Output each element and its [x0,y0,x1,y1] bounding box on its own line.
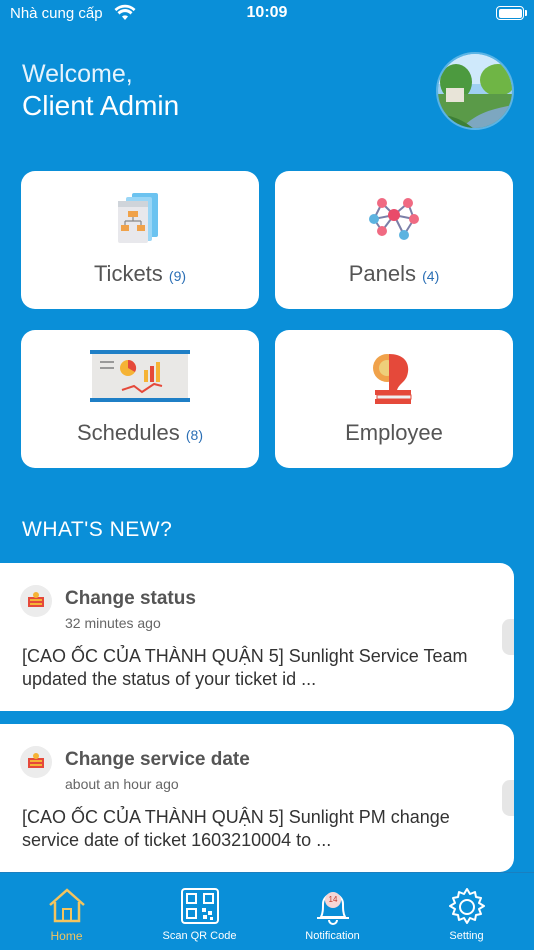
notification-badge: 14 [325,892,341,908]
welcome-text: Welcome, [22,60,133,88]
schedules-label: Schedules (8) [77,420,203,445]
tab-setting[interactable]: Setting [400,873,533,950]
tickets-label: Tickets (9) [93,261,187,286]
profile-avatar[interactable] [436,52,514,130]
tickets-icon [118,193,158,243]
panels-count: (4) [422,268,440,284]
news-body: [CAO ỐC CỦA THÀNH QUẬN 5] Sunlight Servi… [22,646,468,689]
tab-bar: Home Scan QR Code Notification 14 Settin… [0,872,534,950]
tickets-tile[interactable]: Tickets (9) [21,171,259,309]
whats-new-heading: WHAT'S NEW? [22,518,173,541]
schedules-count: (8) [185,427,203,443]
news-avatar-icon [20,585,52,617]
tickets-count: (9) [168,268,187,284]
panels-network-icon [369,198,419,240]
status-bar: Nhà cung cấp 10:09 [0,0,534,30]
tab-setting-label: Setting [449,930,484,942]
scroll-handle [502,619,514,655]
tab-notification[interactable]: Notification [266,873,399,950]
battery-icon [496,6,524,20]
scroll-handle [502,780,514,816]
tab-home[interactable]: Home [0,873,133,950]
panels-tile[interactable]: Panels (4) [275,171,513,309]
tab-scan-qr[interactable]: Scan QR Code [133,873,266,950]
news-avatar-icon [20,746,52,778]
employee-tile[interactable]: Employee [275,330,513,468]
panels-label: Panels (4) [348,261,440,286]
clock: 10:09 [246,4,288,21]
news-card[interactable]: Change status 32 minutes ago [CAO ỐC CỦA… [0,563,514,711]
gear-icon [448,888,485,924]
news-time: 32 minutes ago [65,615,161,631]
employee-label: Employee [345,420,443,445]
schedules-tile[interactable]: Schedules (8) [21,330,259,468]
tab-scan-qr-label: Scan QR Code [162,930,237,942]
news-title: Change service date [65,749,250,770]
home-icon [48,888,85,923]
schedules-board-icon [90,350,190,402]
landscape-avatar-image [438,54,512,128]
news-card[interactable]: Change service date about an hour ago [C… [0,724,514,872]
news-title: Change status [65,588,196,609]
user-name: Client Admin [22,90,180,121]
employee-icon [373,354,412,404]
news-time: about an hour ago [65,776,179,792]
tab-home-label: Home [50,929,83,943]
qr-code-icon [180,888,219,924]
tab-notification-label: Notification [305,930,360,942]
news-body: [CAO ỐC CỦA THÀNH QUẬN 5] Sunlight PM ch… [22,807,450,850]
